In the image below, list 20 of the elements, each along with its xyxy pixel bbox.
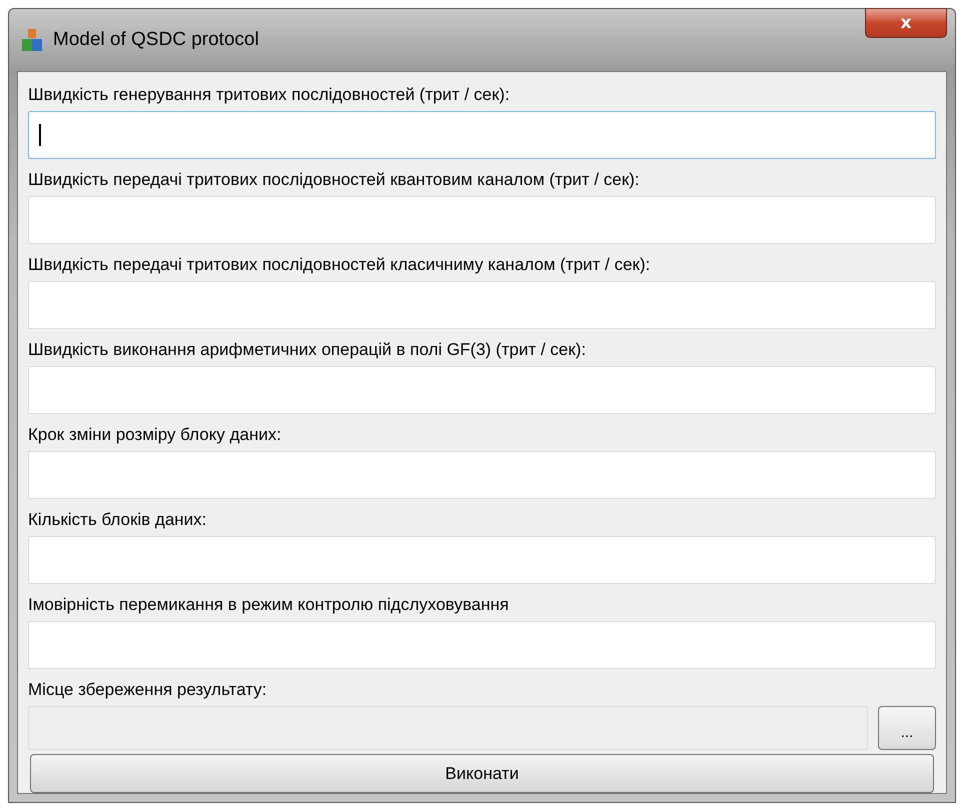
field-label: Швидкість виконання арифметичних операцій в полі GF(3) (трит / сек): <box>28 339 587 361</box>
field-label: Швидкість передачі тритових послідовностей квантовим каналом (трит / сек): <box>28 169 640 191</box>
window-title: Model of QSDC protocol <box>53 29 259 51</box>
field-label: Імовірність перемикання в режим контролю підслуховування <box>28 594 510 616</box>
input-field[interactable] <box>28 451 936 499</box>
field-label: Швидкість передачі тритових послідовностей класичниму каналом (трит / сек): <box>28 254 652 276</box>
input-field[interactable] <box>28 196 936 244</box>
input-field[interactable] <box>28 536 936 584</box>
field-label: Крок зміни розміру блоку даних: <box>28 424 282 446</box>
field-label: Кількість блоків даних: <box>28 509 208 531</box>
text-cursor <box>39 124 41 146</box>
close-button[interactable]: x <box>865 8 947 38</box>
app-icon <box>21 28 43 52</box>
input-field[interactable] <box>28 281 936 329</box>
run-button[interactable]: Виконати <box>30 754 934 793</box>
input-field[interactable] <box>28 366 936 414</box>
input-field[interactable] <box>28 621 936 669</box>
input-field[interactable] <box>28 111 936 159</box>
field-label: Місце збереження результату: <box>28 679 268 701</box>
field-label: Швидкість генерування тритових послідовностей (трит / сек): <box>28 84 511 106</box>
